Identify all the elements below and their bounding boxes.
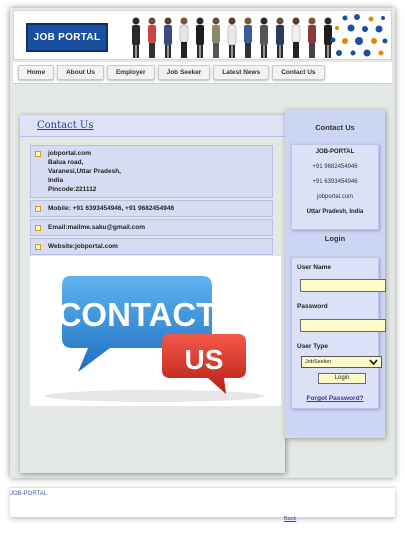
list-item-mobile: Mobile: +91 6393454946, +91 9682454946: [30, 200, 273, 217]
bullet-icon: [35, 206, 41, 212]
list-item-website: Website:jobportal.com: [30, 238, 273, 255]
header-banner-people: [132, 17, 332, 58]
nav-item-home[interactable]: Home: [18, 65, 55, 80]
contact-us-image: CONTACT US: [30, 256, 281, 406]
site-header: JOB PORTAL: [13, 10, 392, 60]
address-line: jobportal.com: [48, 150, 91, 157]
image-text-contact: CONTACT: [58, 296, 217, 333]
header-decor-dots: [330, 14, 388, 57]
address-line: India: [48, 177, 64, 184]
footer-text: JOB-PORTAL: [10, 491, 48, 497]
sidebar-contact-card: JOB-PORTAL +91 9682454946 +91 6393454946…: [291, 144, 379, 230]
back-link[interactable]: Back: [284, 516, 296, 522]
website-text: Website:jobportal.com: [48, 243, 118, 250]
main-nav: Home About Us Employer Job Seeker Latest…: [13, 62, 392, 84]
contact-card-phone1: +91 9682454946: [312, 164, 358, 170]
contact-card-name: JOB-PORTAL: [315, 149, 355, 155]
list-item-email: Email:mailme.saku@gmail.com: [30, 219, 273, 236]
password-label: Password: [297, 303, 328, 310]
list-item-address: jobportal.com Balua road, Varanesi,Uttar…: [30, 145, 273, 198]
main-content: Contact Us jobportal.com Balua road, Var…: [20, 115, 285, 473]
nav-item-about-us[interactable]: About Us: [57, 65, 104, 80]
nav-item-latest-news[interactable]: Latest News: [213, 65, 270, 80]
usertype-label: User Type: [297, 343, 328, 350]
email-text: Email:mailme.saku@gmail.com: [48, 224, 146, 231]
address-line: Pincode:221112: [48, 186, 97, 193]
contact-card-state: Uttar Pradesh, India: [306, 209, 364, 215]
page-title: Contact Us: [37, 120, 94, 131]
sidebar-contact-heading: Contact Us: [315, 123, 355, 132]
forgot-password-link[interactable]: Forgot Password?: [292, 395, 378, 402]
site-footer: JOB-PORTAL: [10, 487, 395, 517]
nav-item-employer[interactable]: Employer: [106, 65, 155, 80]
bullet-icon: [35, 244, 41, 250]
username-label: User Name: [297, 264, 331, 271]
contact-card-phone2: +91 6393454946: [312, 179, 358, 185]
speech-bubbles-illustration: CONTACT US: [45, 276, 265, 402]
sidebar-login-heading: Login: [324, 234, 346, 243]
bullet-icon: [35, 151, 41, 157]
login-button[interactable]: Login: [318, 373, 366, 384]
username-field[interactable]: [300, 279, 386, 292]
main-title-bar: Contact Us: [20, 115, 285, 137]
address-line: Balua road,: [48, 159, 84, 166]
site-logo[interactable]: JOB PORTAL: [26, 23, 108, 52]
contact-card-site: jobportal.com: [316, 194, 354, 200]
nav-item-job-seeker[interactable]: Job Seeker: [157, 65, 211, 80]
usertype-selected-value: JobSeeker: [305, 359, 332, 365]
sidebar: Contact Us JOB-PORTAL +91 9682454946 +91…: [285, 110, 386, 438]
image-text-us: US: [185, 344, 224, 375]
bullet-icon: [35, 225, 41, 231]
address-block: jobportal.com Balua road, Varanesi,Uttar…: [48, 149, 121, 194]
chevron-down-icon: [369, 359, 378, 366]
password-field[interactable]: [300, 319, 386, 332]
contact-info-list: jobportal.com Balua road, Varanesi,Uttar…: [30, 145, 273, 257]
nav-item-contact-us[interactable]: Contact Us: [272, 65, 325, 80]
login-form: User Name Password User Type JobSeeker L…: [291, 257, 386, 409]
usertype-select[interactable]: JobSeeker: [301, 356, 382, 368]
mobile-text: Mobile: +91 6393454946, +91 9682454946: [48, 205, 175, 212]
address-line: Varanesi,Uttar Pradesh,: [48, 168, 121, 175]
